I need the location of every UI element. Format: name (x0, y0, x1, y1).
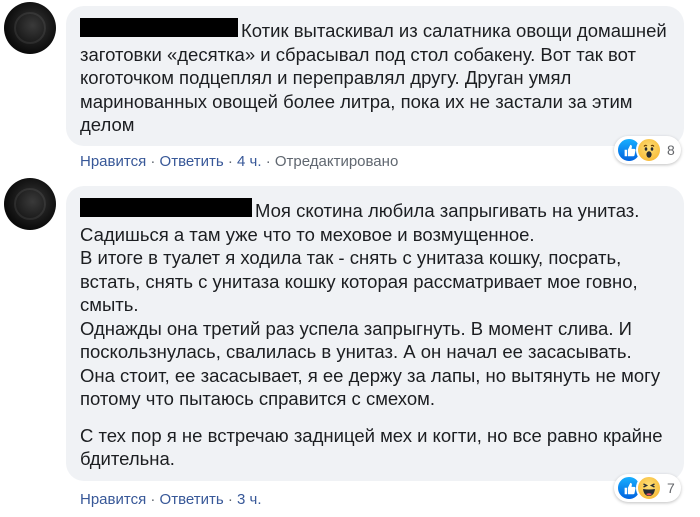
comment-actions: Нравится · Ответить · 3 ч. (80, 491, 262, 508)
reply-link[interactable]: Ответить (160, 491, 224, 508)
redacted-author-name (80, 198, 252, 217)
like-link[interactable]: Нравится (80, 491, 146, 508)
reaction-count: 7 (667, 480, 675, 496)
timestamp-link[interactable]: 3 ч. (237, 491, 262, 508)
haha-icon (636, 475, 662, 501)
avatar[interactable] (4, 2, 56, 54)
comment-paragraph: С тех пор я не встречаю задницей мех и к… (80, 424, 663, 470)
comment-text: Моя скотина любила запрыгивать на унитаз… (80, 198, 670, 471)
comment-text: Котик вытаскивал из салатника овощи дома… (80, 18, 670, 137)
comment-bubble: Моя скотина любила запрыгивать на унитаз… (66, 186, 684, 481)
redacted-author-name (80, 18, 238, 37)
reply-link[interactable]: Ответить (160, 153, 224, 170)
avatar[interactable] (4, 178, 56, 230)
comment-paragraph: Котик вытаскивал из салатника овощи дома… (80, 20, 667, 135)
separator: · (265, 153, 271, 170)
like-link[interactable]: Нравится (80, 153, 146, 170)
edited-label[interactable]: Отредактировано (275, 153, 398, 170)
timestamp-link[interactable]: 4 ч. (237, 153, 262, 170)
separator: · (227, 491, 233, 508)
separator: · (150, 491, 156, 508)
reaction-count: 8 (667, 142, 675, 158)
separator: · (150, 153, 156, 170)
reactions-summary[interactable]: 7 (614, 474, 681, 502)
separator: · (227, 153, 233, 170)
wow-icon (636, 137, 662, 163)
comment-bubble: Котик вытаскивал из салатника овощи дома… (66, 6, 684, 146)
comment-paragraph: Однажды она третий раз успела запрыгнуть… (80, 317, 661, 410)
comment-actions: Нравится · Ответить · 4 ч. · Отредактиро… (80, 153, 398, 170)
comment-paragraph: Моя скотина любила запрыгивать на унитаз… (80, 198, 640, 245)
reactions-summary[interactable]: 8 (614, 136, 681, 164)
comment-paragraph: В итоге в туалет я ходила так - снять с … (80, 247, 638, 315)
